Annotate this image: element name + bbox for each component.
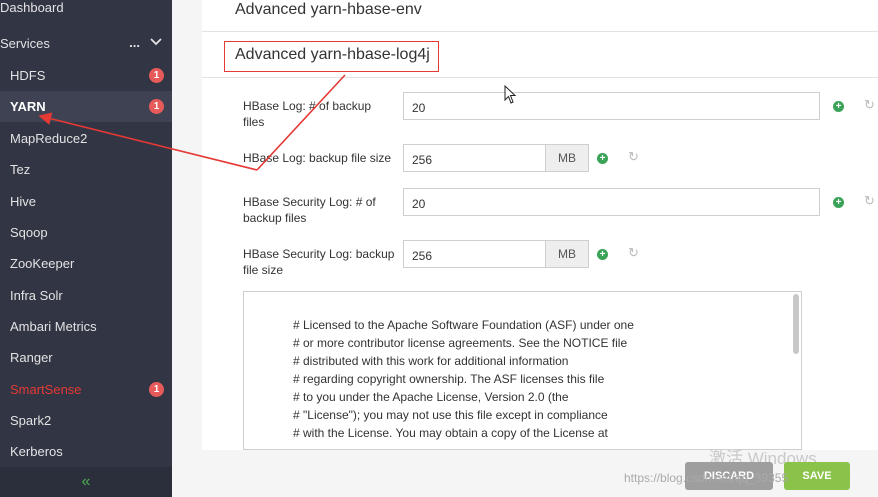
sidebar-item-label: Kerberos [10, 444, 63, 459]
mouse-cursor-icon [504, 85, 517, 104]
sidebar-item-zookeeper[interactable]: ZooKeeper [0, 248, 172, 279]
template-line: # with the License. You may obtain a cop… [293, 426, 608, 440]
divider [202, 77, 878, 78]
plus-icon[interactable]: + [833, 197, 844, 208]
sidebar-item-label: Ranger [10, 350, 53, 365]
sidebar-item-infra-solr[interactable]: Infra Solr [0, 280, 172, 311]
services-tools: ... [129, 35, 162, 50]
config-panel: Advanced yarn-hbase-env Advanced yarn-hb… [202, 0, 878, 450]
unit-label: MB [545, 240, 589, 268]
refresh-icon[interactable]: ↻ [864, 97, 875, 113]
services-header-label: Services [0, 35, 50, 51]
sidebar-item-label: YARN [10, 99, 46, 114]
plus-icon[interactable]: + [597, 153, 608, 164]
field-label: HBase Log: backup file size [243, 151, 392, 165]
sidebar-item-hdfs[interactable]: HDFS 1 [0, 60, 172, 91]
divider [202, 31, 878, 32]
double-chevron-left-icon: « [81, 473, 91, 490]
field-label: HBase Log: # of backup files [243, 99, 372, 129]
chevron-down-icon[interactable] [150, 35, 162, 50]
more-icon[interactable]: ... [129, 35, 140, 50]
sidebar-item-sqoop[interactable]: Sqoop [0, 217, 172, 248]
sidebar-item-tez[interactable]: Tez [0, 154, 172, 185]
sidebar-item-smartsense[interactable]: SmartSense 1 [0, 374, 172, 405]
refresh-icon[interactable]: ↻ [628, 149, 639, 165]
sidebar-item-label: ZooKeeper [10, 256, 75, 271]
backup-files-input[interactable]: 20 [403, 92, 820, 120]
template-line: # Licensed to the Apache Software Founda… [293, 318, 634, 332]
template-line: # distributed with this work for additio… [293, 354, 569, 368]
template-line: # "License"); you may not use this file … [293, 408, 608, 422]
sidebar-item-yarn[interactable]: YARN 1 [0, 91, 172, 122]
sidebar-item-label: Infra Solr [10, 288, 63, 303]
sidebar-item-ranger[interactable]: Ranger [0, 342, 172, 373]
sidebar-item-label: Ambari Metrics [10, 319, 97, 334]
sidebar-item-label: SmartSense [10, 382, 82, 397]
scrollbar[interactable] [793, 294, 799, 354]
refresh-icon[interactable]: ↻ [628, 245, 639, 261]
security-backup-file-size-input[interactable]: 256 [403, 240, 546, 268]
alert-badge: 1 [149, 382, 164, 397]
alert-badge: 1 [149, 99, 164, 114]
sidebar-item-label: Tez [10, 162, 31, 177]
log4j-template-textarea[interactable]: # Licensed to the Apache Software Founda… [243, 291, 802, 450]
field-label: HBase Security Log: # of backup files [243, 195, 376, 225]
template-line: # to you under the Apache License, Versi… [293, 390, 569, 404]
url-watermark: https://blog.csdn.net/qq_39355 [624, 471, 789, 485]
security-backup-files-input[interactable]: 20 [403, 188, 820, 216]
sidebar-item-hive[interactable]: Hive [0, 186, 172, 217]
sidebar-item-kerberos[interactable]: Kerberos [0, 436, 172, 467]
sidebar-item-label: Spark2 [10, 413, 52, 428]
section-title-yarn-hbase-log4j[interactable]: Advanced yarn-hbase-log4j [235, 46, 430, 64]
plus-icon[interactable]: + [597, 249, 608, 260]
template-line: # or more contributor license agreements… [293, 336, 628, 350]
sidebar-item-label: Hive [10, 194, 37, 209]
sidebar-item-label: HDFS [10, 68, 46, 83]
template-line: # regarding copyright ownership. The ASF… [293, 372, 605, 386]
sidebar-item-label: Dashboard [0, 0, 64, 15]
plus-icon[interactable]: + [833, 101, 844, 112]
sidebar-item-label: Sqoop [10, 225, 48, 240]
alert-badge: 1 [149, 68, 164, 83]
sidebar-item-dashboard[interactable]: Dashboard [0, 0, 172, 21]
unit-label: MB [545, 144, 589, 172]
section-title-yarn-hbase-env[interactable]: Advanced yarn-hbase-env [235, 1, 422, 19]
main-content: Advanced yarn-hbase-env Advanced yarn-hb… [172, 0, 878, 497]
save-button[interactable]: SAVE [784, 462, 850, 490]
sidebar: Dashboard Services ... HDFS 1 YARN 1 Map… [0, 0, 172, 497]
backup-file-size-input[interactable]: 256 [403, 144, 546, 172]
collapse-sidebar-button[interactable]: « [0, 467, 172, 497]
sidebar-item-label: MapReduce2 [10, 131, 88, 146]
sidebar-item-mapreduce2[interactable]: MapReduce2 [0, 123, 172, 154]
services-header[interactable]: Services ... [0, 29, 172, 57]
sidebar-item-spark2[interactable]: Spark2 [0, 405, 172, 436]
refresh-icon[interactable]: ↻ [864, 193, 875, 209]
sidebar-item-ambari-metrics[interactable]: Ambari Metrics [0, 311, 172, 342]
field-label: HBase Security Log: backup file size [243, 247, 395, 277]
action-bar: 激活 Windows DISCARD SAVE https://blog.csd… [172, 449, 878, 497]
